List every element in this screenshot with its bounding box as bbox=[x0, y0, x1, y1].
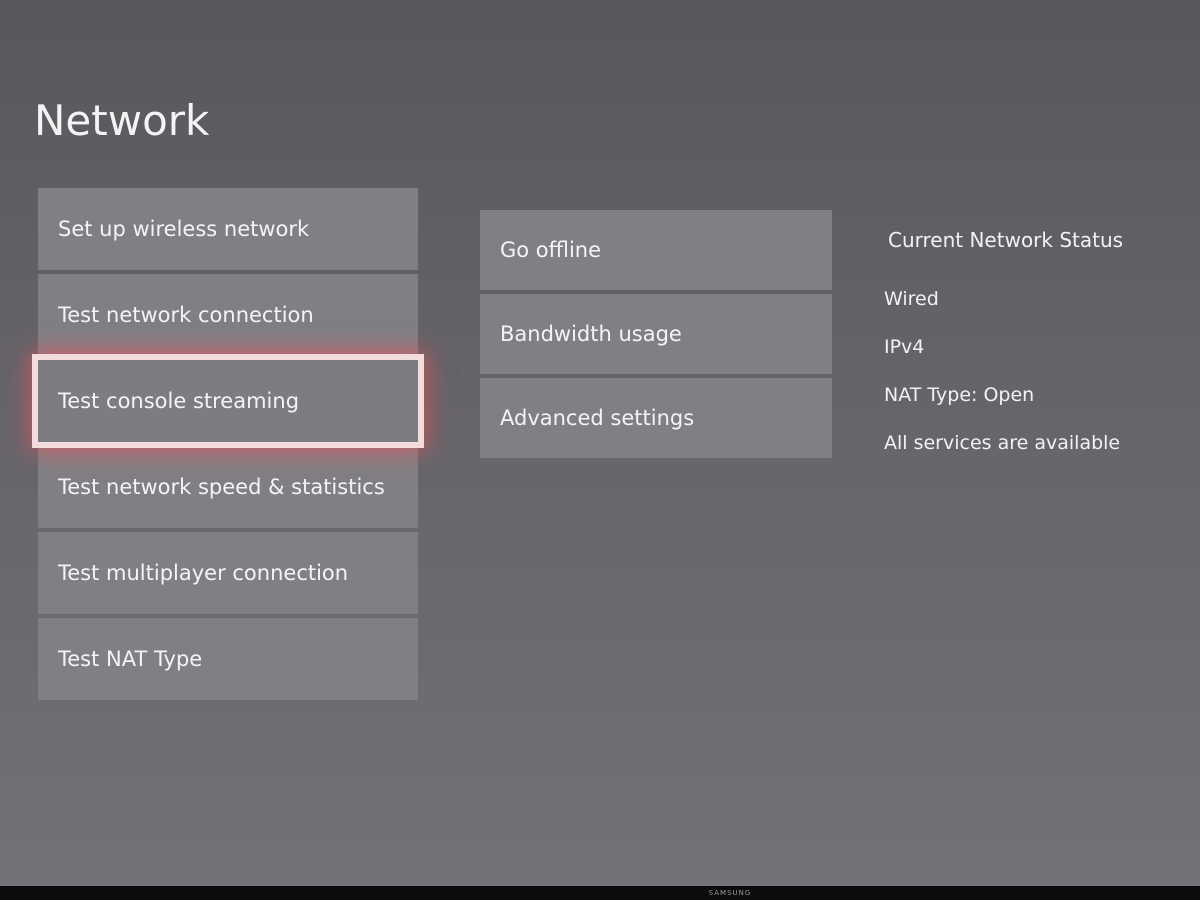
tv-bezel bbox=[0, 886, 1200, 900]
test-multiplayer-connection-tile[interactable]: Test multiplayer connection bbox=[38, 532, 418, 614]
tile-label: Bandwidth usage bbox=[500, 322, 682, 346]
test-network-speed-tile[interactable]: Test network speed & statistics bbox=[38, 446, 418, 528]
tile-label: Test console streaming bbox=[58, 389, 300, 413]
advanced-settings-tile[interactable]: Advanced settings bbox=[480, 378, 832, 458]
status-ip-version: IPv4 bbox=[884, 336, 925, 358]
status-connection-type: Wired bbox=[884, 288, 939, 310]
tile-label: Advanced settings bbox=[500, 406, 695, 430]
tile-label: Go offline bbox=[500, 238, 602, 262]
go-offline-tile[interactable]: Go offline bbox=[480, 210, 832, 290]
test-console-streaming-tile[interactable]: Test console streaming bbox=[32, 354, 424, 448]
tile-label: Test multiplayer connection bbox=[58, 561, 349, 585]
network-menu-middle: Go offline Bandwidth usage Advanced sett… bbox=[480, 210, 832, 462]
tile-label: Set up wireless network bbox=[58, 217, 310, 241]
status-heading: Current Network Status bbox=[888, 228, 1124, 252]
network-menu-left: Set up wireless network Test network con… bbox=[32, 188, 424, 704]
setup-wireless-network-tile[interactable]: Set up wireless network bbox=[38, 188, 418, 270]
tile-label: Test network speed & statistics bbox=[58, 475, 385, 499]
page-title: Network bbox=[34, 96, 210, 145]
bandwidth-usage-tile[interactable]: Bandwidth usage bbox=[480, 294, 832, 374]
tile-label: Test NAT Type bbox=[58, 647, 203, 671]
test-nat-type-tile[interactable]: Test NAT Type bbox=[38, 618, 418, 700]
tv-brand-logo: SAMSUNG bbox=[708, 889, 752, 897]
tile-label: Test network connection bbox=[58, 303, 314, 327]
network-status-panel: Current Network Status Wired IPv4 NAT Ty… bbox=[880, 228, 1180, 480]
status-services: All services are available bbox=[884, 432, 1121, 454]
test-network-connection-tile[interactable]: Test network connection bbox=[38, 274, 418, 356]
tv-screen: Network Set up wireless network Test net… bbox=[0, 0, 1200, 886]
status-nat-type: NAT Type: Open bbox=[884, 384, 1035, 406]
